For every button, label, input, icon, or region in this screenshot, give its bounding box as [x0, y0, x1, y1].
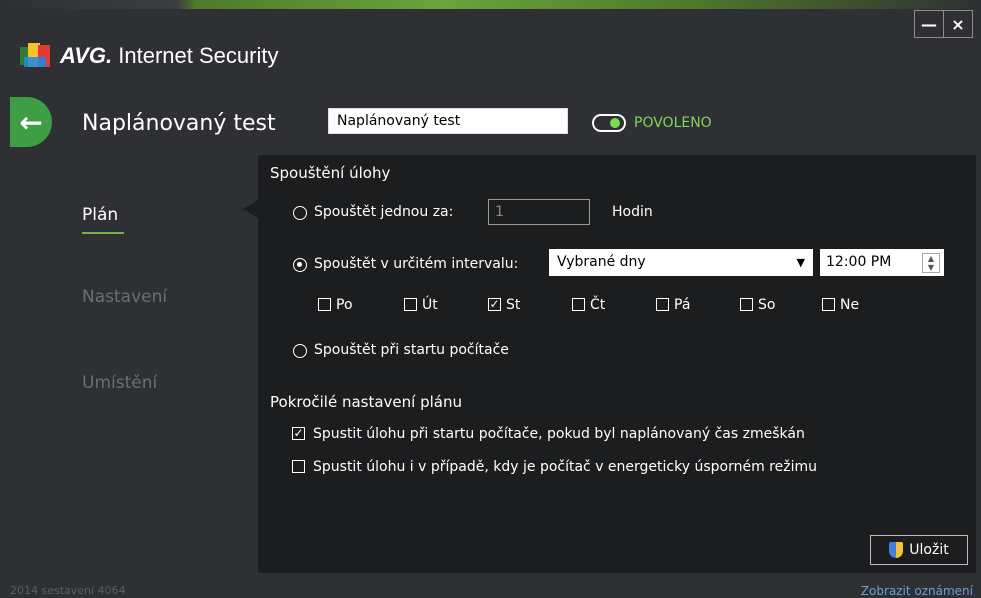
run-section-title: Spouštění úlohy — [270, 164, 391, 182]
status-label: POVOLENO — [634, 115, 712, 131]
advanced-section-title: Pokročilé nastavení plánu — [270, 393, 462, 411]
dropdown-arrow-icon: ▼ — [796, 256, 805, 269]
avg-logo-icon — [20, 43, 56, 69]
interval-select-value: Vybrané dny — [557, 254, 646, 270]
day-label-po: Po — [336, 297, 353, 313]
day-checkbox-pa[interactable] — [656, 298, 669, 311]
day-checkbox-po[interactable] — [318, 298, 331, 311]
run-once-radio[interactable] — [293, 206, 307, 220]
shield-icon — [889, 542, 904, 558]
enabled-toggle[interactable] — [592, 114, 626, 132]
run-interval-radio[interactable] — [293, 258, 307, 272]
app-title: AVG. Internet Security — [60, 43, 279, 68]
hours-unit-label: Hodin — [612, 204, 653, 220]
back-button[interactable]: ← — [10, 97, 52, 147]
run-startup-label: Spouštět při startu počítače — [314, 342, 509, 358]
nav-item-plan[interactable]: Plán — [82, 205, 118, 225]
power-save-label: Spustit úlohu i v případě, kdy je počíta… — [313, 459, 817, 475]
panel-pointer — [243, 200, 258, 218]
day-checkbox-ut[interactable] — [404, 298, 417, 311]
day-label-so: So — [758, 297, 776, 313]
time-value: 12:00 PM — [826, 254, 892, 270]
day-label-st: St — [506, 297, 521, 313]
build-info: 2014 sestavení 4064 — [10, 584, 126, 597]
day-label-ut: Út — [422, 297, 438, 313]
day-label-pa: Pá — [674, 297, 691, 313]
time-input[interactable]: 12:00 PM ▲ ▼ — [820, 249, 944, 276]
title-bar-accent — [0, 0, 981, 9]
nav-item-settings[interactable]: Nastavení — [82, 287, 167, 307]
day-checkbox-so[interactable] — [740, 298, 753, 311]
nav-active-indicator — [82, 232, 124, 234]
day-label-ne: Ne — [840, 297, 860, 313]
missed-task-checkbox[interactable]: ✓ — [292, 427, 305, 440]
power-save-checkbox[interactable] — [292, 460, 305, 473]
day-checkbox-ne[interactable] — [822, 298, 835, 311]
missed-task-label: Spustit úlohu při startu počítače, pokud… — [313, 426, 805, 442]
save-button[interactable]: Uložit — [870, 535, 968, 565]
run-once-label: Spouštět jednou za: — [314, 204, 454, 220]
nav-item-location[interactable]: Umístění — [82, 373, 157, 393]
day-checkbox-st[interactable]: ✓ — [488, 298, 501, 311]
minimize-button[interactable]: — — [914, 10, 944, 38]
task-name-input[interactable] — [328, 108, 568, 134]
window-controls: — × — [914, 10, 973, 38]
spinner-icon[interactable]: ▲ ▼ — [922, 253, 940, 273]
arrow-left-icon: ← — [19, 105, 43, 139]
interval-select[interactable]: Vybrané dny ▼ — [549, 249, 813, 276]
close-button[interactable]: × — [944, 10, 973, 38]
app-logo: AVG. Internet Security — [20, 43, 278, 69]
run-interval-label: Spouštět v určitém intervalu: — [314, 256, 519, 272]
day-label-ct: Čt — [590, 297, 606, 313]
day-checkbox-ct[interactable] — [572, 298, 585, 311]
run-startup-radio[interactable] — [293, 344, 307, 358]
page-title: Naplánovaný test — [82, 111, 276, 136]
show-notifications-link[interactable]: Zobrazit oznámení — [861, 584, 973, 598]
run-once-hours-input[interactable]: 1 — [488, 199, 590, 225]
save-label: Uložit — [909, 542, 949, 558]
